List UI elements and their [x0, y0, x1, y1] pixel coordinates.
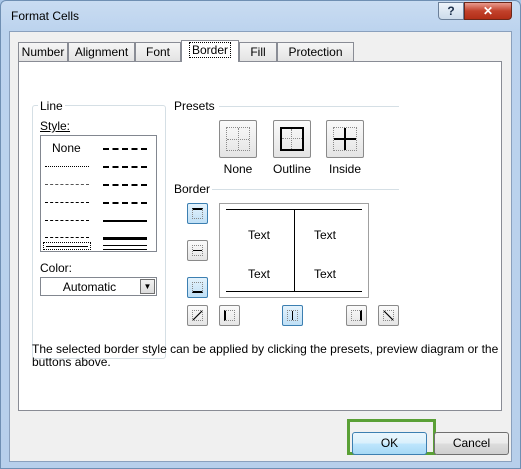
- style-dotted[interactable]: [45, 184, 89, 185]
- line-group-label: Line: [38, 99, 65, 113]
- preset-inside-label: Inside: [328, 162, 362, 176]
- border-inside-vertical-button[interactable]: [282, 305, 303, 326]
- tab-alignment-label: Alignment: [74, 45, 129, 59]
- close-button[interactable]: ✕: [464, 2, 512, 20]
- border-diagonal-down-button[interactable]: [378, 305, 399, 326]
- border-left-button[interactable]: [219, 305, 240, 326]
- style-dash-dot-dot-medium[interactable]: [103, 148, 147, 150]
- style-slant-dash-dot[interactable]: [103, 166, 147, 168]
- tab-protection[interactable]: Protection: [277, 42, 354, 61]
- border-separator: [212, 189, 399, 190]
- style-dash-dot-medium[interactable]: [103, 184, 147, 186]
- title-bar: Format Cells ? ✕: [1, 1, 520, 31]
- style-dashed[interactable]: [45, 237, 89, 238]
- style-none-label: None: [52, 141, 81, 155]
- style-medium-dashed[interactable]: [103, 202, 147, 204]
- preset-inside-button[interactable]: [326, 120, 364, 158]
- color-dropdown[interactable]: Automatic ▼: [40, 277, 157, 296]
- style-dash-dot-dot[interactable]: [45, 202, 89, 203]
- ok-button[interactable]: OK: [352, 432, 427, 455]
- tab-border-label: Border: [188, 42, 232, 58]
- preset-outline-label: Outline: [272, 162, 312, 176]
- tab-number[interactable]: Number: [18, 42, 68, 61]
- border-inside-horizontal-button[interactable]: [187, 240, 208, 261]
- preset-none-icon: [226, 127, 250, 151]
- border-inside-vertical-icon: [287, 310, 298, 321]
- border-description: The selected border style can be applied…: [32, 342, 499, 369]
- preset-inside-icon: [333, 127, 357, 151]
- border-left-icon: [224, 310, 235, 321]
- tab-protection-label: Protection: [288, 45, 343, 59]
- border-inside-horizontal-icon: [192, 245, 203, 256]
- border-label: Border: [174, 182, 215, 196]
- border-panel: Line Style: None Color: Automatic ▼ Pres…: [18, 61, 502, 411]
- help-button[interactable]: ?: [438, 2, 464, 20]
- border-right-button[interactable]: [346, 305, 367, 326]
- presets-label: Presets: [174, 99, 219, 113]
- border-preview[interactable]: Text Text Text Text: [219, 203, 369, 298]
- border-diagonal-up-button[interactable]: [187, 305, 208, 326]
- color-label: Color:: [40, 261, 73, 275]
- border-bottom-button[interactable]: [187, 277, 208, 298]
- preset-outline-button[interactable]: [273, 120, 311, 158]
- format-cells-dialog: Format Cells ? ✕ Number Alignment Font B…: [0, 0, 521, 469]
- preview-text: Text: [248, 267, 271, 281]
- preview-text: Text: [314, 228, 337, 242]
- tab-border[interactable]: Border: [181, 40, 239, 62]
- style-dash-dot[interactable]: [45, 220, 89, 221]
- preview-text: Text: [314, 267, 337, 281]
- preset-none-label: None: [223, 162, 253, 176]
- help-icon: ?: [447, 4, 455, 18]
- preset-outline-icon: [280, 127, 304, 151]
- style-double[interactable]: [103, 245, 147, 250]
- cancel-button[interactable]: Cancel: [434, 432, 509, 455]
- border-bottom-icon: [192, 282, 203, 293]
- style-thick[interactable]: [103, 237, 147, 240]
- tab-font-label: Font: [145, 45, 170, 59]
- tab-alignment[interactable]: Alignment: [68, 42, 135, 61]
- tab-font[interactable]: Font: [135, 42, 181, 61]
- style-hair[interactable]: [45, 166, 89, 167]
- tab-number-label: Number: [21, 45, 65, 59]
- style-thin-selected[interactable]: [43, 242, 91, 250]
- dialog-body: Number Alignment Font Border Fill Protec…: [9, 31, 512, 462]
- diagonal-down-icon: [383, 310, 394, 321]
- diagonal-up-icon: [192, 310, 203, 321]
- tab-fill[interactable]: Fill: [239, 42, 277, 61]
- line-style-list[interactable]: None: [40, 135, 157, 252]
- color-value: Automatic: [62, 280, 117, 294]
- chevron-down-icon[interactable]: ▼: [140, 279, 155, 294]
- style-label: Style:: [40, 119, 71, 133]
- border-top-button[interactable]: [187, 203, 208, 224]
- dialog-title: Format Cells: [11, 9, 80, 23]
- preview-text: Text: [248, 228, 271, 242]
- border-top-icon: [192, 208, 203, 219]
- preset-none-button[interactable]: [219, 120, 257, 158]
- close-icon: ✕: [482, 4, 494, 18]
- border-right-icon: [351, 310, 362, 321]
- presets-separator: [219, 106, 399, 107]
- tab-fill-label: Fill: [250, 45, 266, 59]
- style-medium[interactable]: [103, 220, 147, 222]
